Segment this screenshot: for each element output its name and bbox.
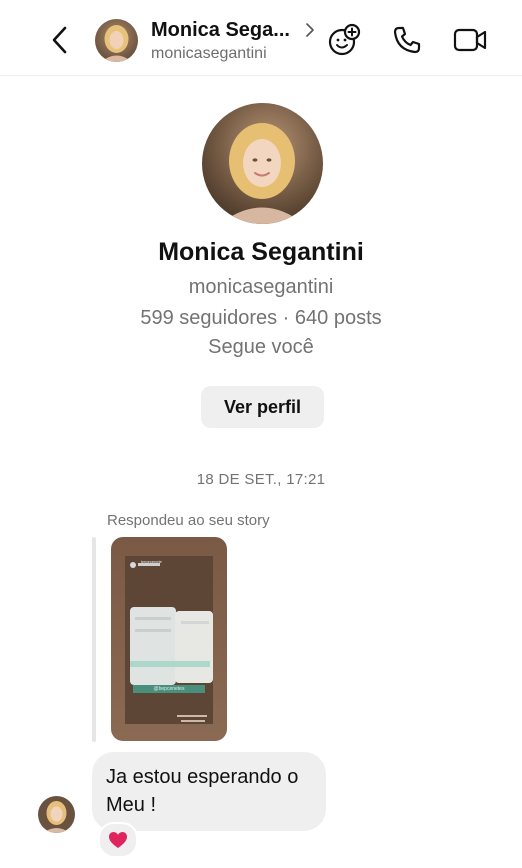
phone-icon xyxy=(393,26,421,54)
story-reply-label: Respondeu ao seu story xyxy=(107,512,270,529)
chat-header: Monica Sega... monicasegantini xyxy=(0,0,522,76)
message-text-line-2: Meu ! xyxy=(106,794,157,816)
header-username: monicasegantini xyxy=(151,45,267,62)
story-account-label: bepecenete xyxy=(141,559,162,564)
view-profile-button[interactable]: Ver perfil xyxy=(201,386,324,428)
profile-name: Monica Segantini xyxy=(158,238,364,266)
message-timestamp: 18 DE SET., 17:21 xyxy=(196,471,326,488)
heart-icon xyxy=(109,832,127,848)
header-avatar[interactable] xyxy=(95,19,138,62)
follow-status: Segue você xyxy=(208,336,314,358)
back-button[interactable] xyxy=(44,24,76,56)
story-caption: @bepcenetes xyxy=(133,685,205,693)
story-preview-thumbnail[interactable]: bepecenete @bepcenetes xyxy=(111,537,227,741)
message-bubble[interactable]: Ja estou esperando o Meu ! xyxy=(92,752,326,831)
message-reaction[interactable] xyxy=(98,822,138,858)
effects-face-icon xyxy=(328,23,361,56)
video-camera-icon xyxy=(453,28,487,52)
message-text-line-1: Ja estou esperando o xyxy=(106,766,299,788)
video-call-button[interactable] xyxy=(452,22,488,58)
chevron-right-icon xyxy=(306,23,314,37)
back-chevron-icon xyxy=(52,26,67,54)
message-sender-avatar[interactable] xyxy=(38,796,75,833)
profile-username: monicasegantini xyxy=(188,276,334,298)
call-button[interactable] xyxy=(389,22,425,58)
header-contact-name[interactable]: Monica Sega... xyxy=(151,19,290,42)
story-reply-indicator-bar xyxy=(92,537,96,742)
effects-button[interactable] xyxy=(326,22,362,58)
profile-stats: 599 seguidores · 640 posts xyxy=(140,307,382,329)
profile-avatar[interactable] xyxy=(202,103,323,224)
